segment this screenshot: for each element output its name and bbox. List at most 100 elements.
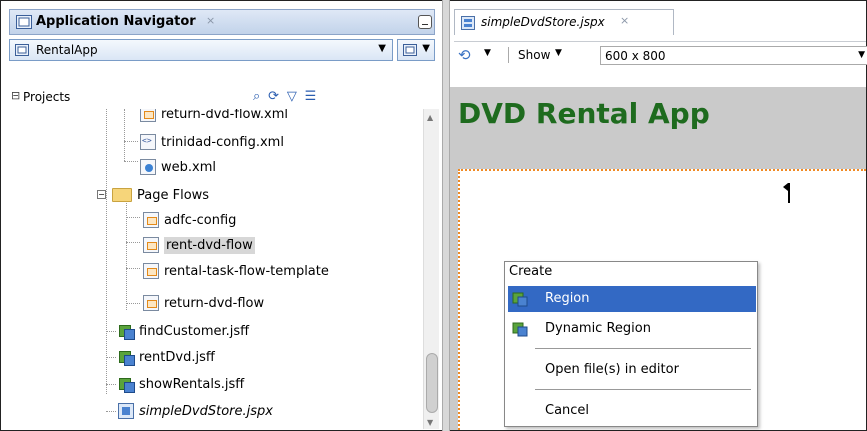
- jspx-page-icon: [118, 403, 134, 419]
- screen-size-value: 600 x 800: [605, 49, 666, 63]
- tree-guide-line: [126, 195, 127, 310]
- web-xml-icon: [140, 159, 156, 175]
- drag-cursor-icon: [783, 183, 790, 203]
- chevron-down-icon[interactable]: ▼: [555, 48, 562, 58]
- tree-guide-line: [106, 109, 107, 394]
- tree-item-trinidad-config[interactable]: trinidad-config.xml: [140, 131, 284, 153]
- tree-item-label: return-dvd-flow.xml: [161, 109, 289, 122]
- application-selector-value: RentalApp: [36, 43, 98, 57]
- tree-item-label: adfc-config: [164, 212, 237, 228]
- task-flow-icon: [143, 212, 159, 228]
- menu-item-region[interactable]: Region: [508, 286, 756, 312]
- application-menu-button[interactable]: ▼: [397, 39, 435, 61]
- toolbar-separator: [508, 47, 509, 63]
- menu-item-dynamic-region[interactable]: Dynamic Region: [508, 316, 756, 342]
- application-navigator-panel: Application Navigator × RentalApp ▼ ▼ ⊟ …: [1, 1, 442, 430]
- projects-header[interactable]: ⊟ Projects ⌕ ⟳ ▽ ☰: [9, 87, 435, 109]
- search-icon[interactable]: ⌕: [253, 89, 260, 104]
- project-tree: return-dvd-flow.xml trinidad-config.xml …: [9, 109, 423, 427]
- navigator-tab[interactable]: Application Navigator ×: [9, 9, 435, 35]
- tree-item-return-dvd-flow-xml[interactable]: return-dvd-flow.xml: [140, 109, 288, 125]
- chevron-down-icon[interactable]: ▼: [484, 48, 491, 58]
- task-flow-icon: [143, 295, 159, 311]
- panel-splitter[interactable]: [442, 0, 450, 431]
- scroll-up-icon[interactable]: ▲: [427, 113, 433, 122]
- folder-icon: [112, 188, 132, 202]
- minimize-icon[interactable]: [418, 15, 432, 29]
- tree-item-web-xml[interactable]: web.xml: [140, 156, 216, 178]
- tree-item-rent-dvd-flow[interactable]: rent-dvd-flow: [143, 234, 255, 256]
- show-menu-label[interactable]: Show: [518, 48, 550, 62]
- tree-item-label: return-dvd-flow: [164, 295, 265, 311]
- tree-guide-line: [106, 384, 116, 385]
- chevron-down-icon: ▼: [422, 43, 430, 54]
- tree-item-return-dvd-flow[interactable]: return-dvd-flow: [143, 292, 264, 314]
- page-fragment-icon: [118, 323, 135, 340]
- tree-item-page-flows[interactable]: Page Flows: [112, 184, 209, 206]
- tab-label: simpleDvdStore.jspx: [481, 15, 605, 29]
- tree-item-label: showRentals.jsff: [139, 376, 245, 392]
- tree-item-rent-dvd[interactable]: rentDvd.jsff: [118, 346, 215, 368]
- collapse-icon[interactable]: ⊟: [11, 89, 20, 102]
- tree-item-rental-task-flow-template[interactable]: rental-task-flow-template: [143, 260, 329, 282]
- refresh-icon[interactable]: ⟲: [458, 46, 471, 64]
- scroll-thumb[interactable]: [426, 353, 438, 413]
- editor-toolbar: ⟲ ▼ Show ▼ 600 x 800 ▼: [454, 41, 867, 67]
- tree-guide-line: [126, 217, 140, 218]
- filter-icon[interactable]: ▽: [287, 89, 297, 104]
- tree-item-label: findCustomer.jsff: [139, 323, 250, 339]
- chevron-down-icon: ▼: [858, 50, 865, 60]
- menu-item-cancel[interactable]: Cancel: [508, 398, 756, 424]
- menu-separator: [535, 389, 751, 390]
- tree-item-label: Page Flows: [137, 187, 210, 203]
- menu-item-label: Dynamic Region: [545, 321, 651, 336]
- chevron-down-icon: ▼: [378, 43, 386, 54]
- tree-scrollbar[interactable]: ▲ ▼: [423, 109, 439, 429]
- navigator-close-icon[interactable]: ×: [206, 14, 215, 27]
- navigator-title: Application Navigator: [36, 14, 196, 29]
- tree-item-label: rent-dvd-flow: [164, 236, 255, 254]
- tab-simple-dvd-store[interactable]: simpleDvdStore.jspx ×: [454, 9, 674, 35]
- menu-item-open-files[interactable]: Open file(s) in editor: [508, 357, 756, 383]
- options-icon[interactable]: ☰: [305, 89, 317, 104]
- tree-guide-line: [126, 242, 140, 243]
- task-flow-template-icon: [143, 263, 159, 279]
- task-flow-icon: [143, 237, 159, 253]
- menu-header: Create: [509, 264, 553, 279]
- screen-size-select[interactable]: 600 x 800 ▼: [600, 46, 867, 65]
- tree-item-label: trinidad-config.xml: [161, 134, 284, 150]
- tree-item-label: simpleDvdStore.jspx: [139, 403, 273, 419]
- tree-item-adfc-config[interactable]: adfc-config: [143, 209, 236, 231]
- task-flow-icon: [140, 109, 156, 122]
- xml-file-icon: [140, 134, 156, 150]
- sync-icon[interactable]: ⟳: [268, 89, 279, 104]
- region-icon: [512, 292, 528, 307]
- tree-guide-line: [124, 141, 138, 142]
- tree-guide-line: [126, 268, 140, 269]
- application-icon: [16, 15, 32, 29]
- menu-item-label: Cancel: [545, 403, 590, 418]
- tree-item-show-rentals[interactable]: showRentals.jsff: [118, 373, 244, 395]
- application-menu-icon: [403, 44, 417, 56]
- tree-guide-line: [124, 109, 125, 161]
- tree-guide-line: [126, 303, 140, 304]
- page-fragment-icon: [118, 376, 135, 393]
- tree-guide-line: [106, 357, 116, 358]
- tree-guide-line: [106, 331, 116, 332]
- tree-guide-line: [106, 411, 116, 412]
- page-heading: DVD Rental App: [458, 97, 710, 130]
- application-icon: [15, 44, 29, 56]
- application-selector[interactable]: RentalApp ▼: [9, 39, 393, 61]
- projects-label: Projects: [23, 90, 71, 104]
- tree-item-find-customer[interactable]: findCustomer.jsff: [118, 320, 249, 342]
- menu-item-label: Region: [545, 291, 590, 306]
- tree-item-label: web.xml: [161, 159, 216, 175]
- menu-separator: [535, 348, 751, 349]
- tab-close-icon[interactable]: ×: [620, 14, 629, 27]
- tree-item-simple-dvd-store[interactable]: simpleDvdStore.jspx: [118, 400, 273, 422]
- dynamic-region-icon: [512, 322, 528, 337]
- collapse-icon[interactable]: −: [97, 190, 106, 199]
- page-fragment-icon: [118, 349, 135, 366]
- scroll-down-icon[interactable]: ▼: [427, 418, 433, 427]
- tree-item-label: rental-task-flow-template: [164, 263, 329, 279]
